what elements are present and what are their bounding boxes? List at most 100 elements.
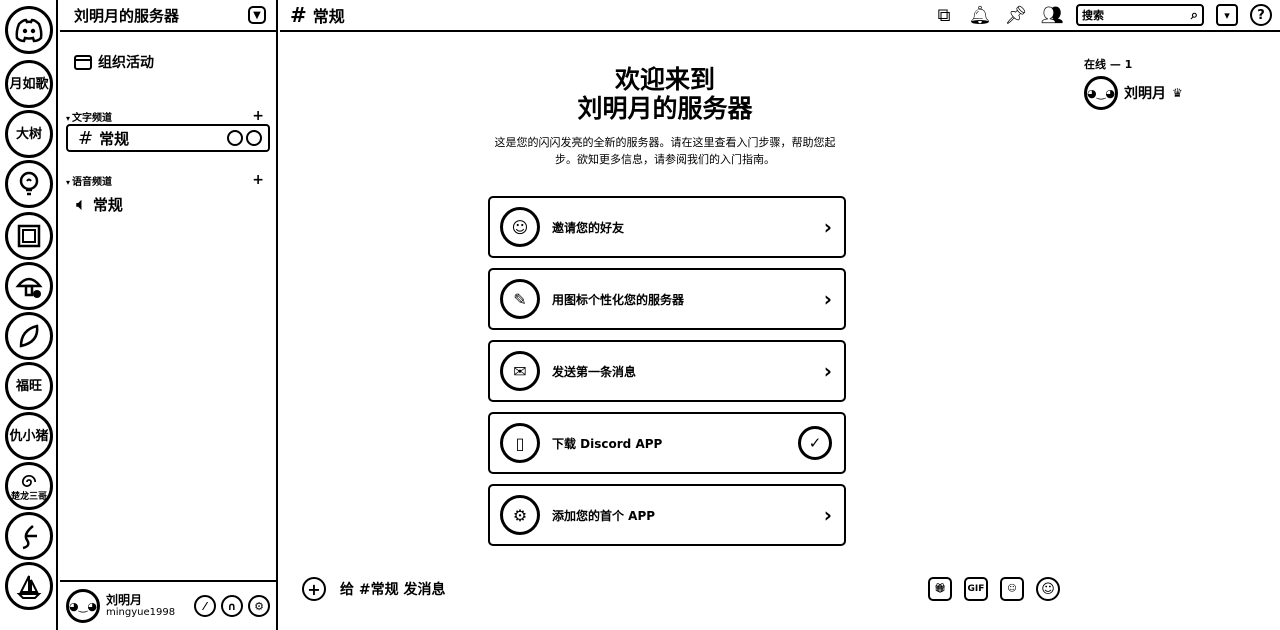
invite-friends-icon: ☺ bbox=[500, 207, 540, 247]
chevron-right-icon: › bbox=[823, 503, 832, 527]
card-download-app[interactable]: ▯ 下载 Discord APP ✓ bbox=[488, 412, 846, 474]
channel-text-general[interactable]: # 常规 bbox=[66, 124, 270, 152]
welcome-description: 这是您的闪闪发亮的全新的服务器。请在这里查看入门步骤，帮助您起步。欲知更多信息，… bbox=[494, 135, 836, 167]
search-placeholder: 搜索 bbox=[1082, 9, 1104, 22]
online-header: 在线 — 1 bbox=[1084, 58, 1133, 71]
discord-icon bbox=[15, 18, 43, 43]
avatar: ◕‿◕ bbox=[1084, 76, 1118, 110]
pin-icon[interactable]: 📌︎ bbox=[1004, 3, 1028, 27]
leaf-icon bbox=[19, 324, 39, 348]
speaker-icon: 🔈︎ bbox=[76, 193, 87, 215]
server-sailboat[interactable] bbox=[5, 562, 53, 610]
welcome-header: 欢迎来到 刘明月的服务器 这是您的闪闪发亮的全新的服务器。请在这里查看入门步骤，… bbox=[480, 66, 850, 169]
server-lightbulb[interactable] bbox=[5, 160, 53, 208]
server-label: 月如歌 bbox=[9, 76, 49, 92]
avatar[interactable]: ◕‿◕ bbox=[66, 589, 100, 623]
member-item[interactable]: ◕‿◕ 刘明月 ♛ bbox=[1084, 76, 1268, 110]
voice-channels-category[interactable]: ▾ 语音频道 + bbox=[66, 172, 264, 188]
headphones-icon[interactable]: ∩ bbox=[221, 595, 243, 617]
gear-icon[interactable] bbox=[246, 130, 262, 146]
server-mushroom[interactable] bbox=[5, 262, 53, 310]
threads-icon[interactable]: ⧉ bbox=[932, 3, 956, 27]
text-channels-category[interactable]: ▾ 文字频道 + bbox=[66, 108, 264, 124]
lightbulb-face-icon bbox=[19, 171, 39, 196]
message-composer[interactable]: + 给 #常规 发消息 🎁︎ GIF ☺ ☺ bbox=[296, 570, 1066, 608]
card-label: 下载 Discord APP bbox=[552, 436, 663, 451]
server-rail: 月如歌 大树 福旺 仇小猪 楚龙三哥 bbox=[0, 0, 58, 630]
getting-started-cards: ☺ 邀请您的好友 › ✎ 用图标个性化您的服务器 › ✉ 发送第一条消息 › ▯… bbox=[488, 196, 846, 556]
message-input[interactable]: 给 #常规 发消息 bbox=[340, 579, 928, 599]
sticker-icon[interactable]: ☺ bbox=[1000, 577, 1024, 601]
channel-title: 常规 bbox=[312, 7, 345, 26]
server-signature[interactable] bbox=[5, 512, 53, 560]
server-label: 楚龙三哥 bbox=[10, 491, 47, 502]
channel-topbar: # 常规 ⧉ 🔔︎ 📌︎ 👥︎ 搜索 ⌕ ▾ ? bbox=[280, 0, 1280, 32]
channel-label: 常规 bbox=[92, 195, 123, 214]
chevron-down-icon[interactable]: ▼ bbox=[248, 6, 266, 24]
user-username: mingyue1998 bbox=[106, 607, 176, 619]
server-label: 仇小猪 bbox=[9, 428, 49, 444]
phone-download-icon: ▯ bbox=[500, 423, 540, 463]
inbox-icon[interactable]: ▾ bbox=[1216, 4, 1238, 26]
crown-icon: ♛ bbox=[1172, 86, 1183, 100]
card-first-message[interactable]: ✉ 发送第一条消息 › bbox=[488, 340, 846, 402]
card-label: 邀请您的好友 bbox=[552, 220, 625, 235]
welcome-title-line2: 刘明月的服务器 bbox=[577, 93, 753, 123]
chat-bubble-icon: ✉ bbox=[500, 351, 540, 391]
category-label: 文字频道 bbox=[72, 112, 113, 124]
channel-label: 常规 bbox=[99, 129, 130, 148]
server-picture[interactable] bbox=[5, 212, 53, 260]
welcome-title-line1: 欢迎来到 bbox=[614, 65, 715, 94]
gear-icon[interactable]: ⚙ bbox=[248, 595, 270, 617]
add-channel-icon[interactable]: + bbox=[252, 172, 264, 188]
gif-icon[interactable]: GIF bbox=[964, 577, 988, 601]
server-header[interactable]: 刘明月的服务器 ▼ bbox=[60, 0, 276, 32]
caret-down-icon: ▾ bbox=[66, 113, 71, 123]
members-icon[interactable]: 👥︎ bbox=[1040, 3, 1064, 27]
emoji-icon[interactable]: ☺ bbox=[1036, 577, 1060, 601]
calendar-icon bbox=[74, 55, 92, 70]
server-label: 福旺 bbox=[15, 378, 42, 394]
robot-app-icon: ⚙ bbox=[500, 495, 540, 535]
invite-member-icon[interactable] bbox=[227, 130, 243, 146]
framed-picture-icon bbox=[17, 224, 41, 248]
events-link[interactable]: 组织活动 bbox=[74, 52, 154, 72]
server-name: 刘明月的服务器 bbox=[74, 6, 180, 25]
card-invite-friends[interactable]: ☺ 邀请您的好友 › bbox=[488, 196, 846, 258]
card-personalize-icon[interactable]: ✎ 用图标个性化您的服务器 › bbox=[488, 268, 846, 330]
add-attachment-icon[interactable]: + bbox=[302, 577, 326, 601]
hash-icon: # bbox=[290, 3, 307, 27]
help-icon[interactable]: ? bbox=[1250, 4, 1272, 26]
swirl-icon bbox=[21, 474, 37, 487]
microphone-muted-icon[interactable]: ⁄ bbox=[194, 595, 216, 617]
gift-icon[interactable]: 🎁︎ bbox=[928, 577, 952, 601]
chevron-right-icon: › bbox=[823, 359, 832, 383]
card-add-app[interactable]: ⚙ 添加您的首个 APP › bbox=[488, 484, 846, 546]
mushroom-icon bbox=[15, 277, 43, 298]
bell-icon[interactable]: 🔔︎ bbox=[968, 3, 992, 27]
home-button[interactable] bbox=[5, 6, 53, 54]
search-input[interactable]: 搜索 ⌕ bbox=[1076, 4, 1204, 26]
card-label: 用图标个性化您的服务器 bbox=[552, 292, 685, 307]
server-label: 大树 bbox=[15, 126, 42, 142]
channel-voice-general[interactable]: 🔈︎ 常规 bbox=[66, 190, 270, 218]
chevron-right-icon: › bbox=[823, 287, 832, 311]
category-label: 语音频道 bbox=[72, 176, 113, 188]
user-display-name: 刘明月 bbox=[106, 592, 143, 607]
caret-down-icon: ▾ bbox=[66, 177, 71, 187]
server-yuerug[interactable]: 月如歌 bbox=[5, 60, 53, 108]
server-fuwang[interactable]: 福旺 bbox=[5, 362, 53, 410]
checkmark-icon: ✓ bbox=[798, 426, 832, 460]
search-icon: ⌕ bbox=[1190, 7, 1198, 23]
server-qiuxiaozhu[interactable]: 仇小猪 bbox=[5, 412, 53, 460]
server-chulong[interactable]: 楚龙三哥 bbox=[5, 462, 53, 510]
paint-brush-icon: ✎ bbox=[500, 279, 540, 319]
add-channel-icon[interactable]: + bbox=[252, 108, 264, 124]
channel-sidebar: 刘明月的服务器 ▼ 组织活动 ▾ 文字频道 + # 常规 ▾ 语音频道 + 🔈︎ 常规 … bbox=[60, 0, 278, 630]
member-name: 刘明月 bbox=[1124, 86, 1166, 102]
sailboat-icon bbox=[16, 575, 42, 599]
events-label: 组织活动 bbox=[98, 55, 154, 71]
server-dashu[interactable]: 大树 bbox=[5, 110, 53, 158]
member-list: 在线 — 1 ◕‿◕ 刘明月 ♛ bbox=[1078, 56, 1268, 110]
server-leaf[interactable] bbox=[5, 312, 53, 360]
